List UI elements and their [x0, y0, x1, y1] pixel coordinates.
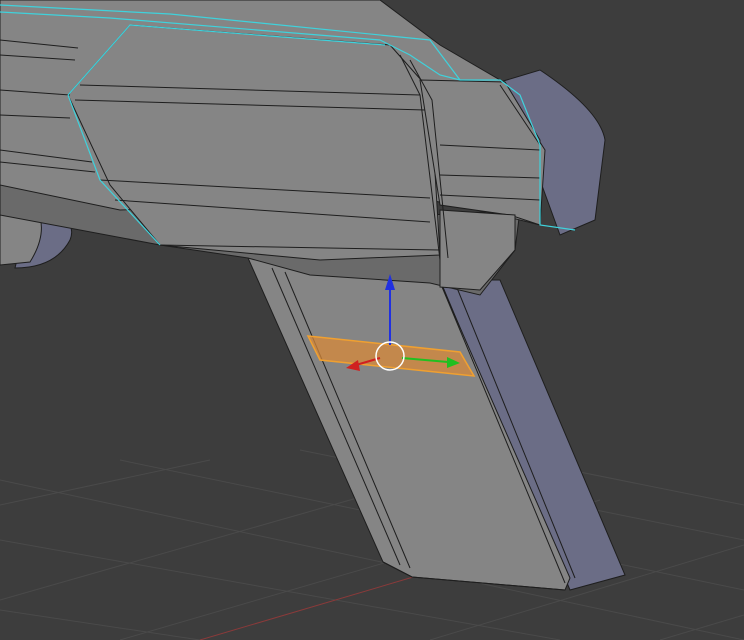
viewport-scene[interactable] [0, 0, 744, 640]
grip-mesh[interactable] [247, 257, 626, 591]
grid-line [0, 459, 211, 506]
grid-line [659, 614, 744, 640]
3d-viewport[interactable] [0, 0, 744, 640]
rear-lower-block-face [439, 209, 516, 291]
gun-body-mesh[interactable] [0, 0, 606, 296]
